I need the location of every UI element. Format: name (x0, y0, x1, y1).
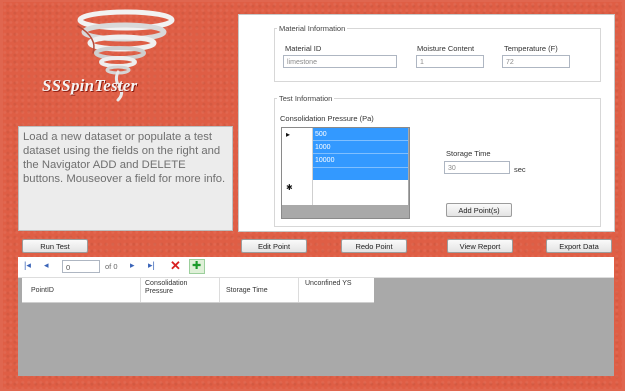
material-information-group: Material Information (274, 24, 601, 82)
move-first-icon[interactable]: |◂ (24, 260, 31, 271)
move-next-icon[interactable]: ▸ (130, 260, 135, 271)
column-header-storage-time[interactable]: Storage Time (226, 287, 268, 295)
material-id-field[interactable]: limestone (283, 55, 397, 68)
move-last-icon[interactable]: ▸| (148, 260, 155, 271)
run-test-button[interactable]: Run Test (22, 239, 88, 253)
pressure-cell[interactable]: 1000 (313, 141, 408, 154)
add-new-icon-frame[interactable]: ✚ (189, 259, 205, 274)
moisture-content-label: Moisture Content (417, 44, 475, 53)
column-header-pointid[interactable]: PointID (31, 287, 54, 295)
results-grid[interactable]: PointID Consolidation Pressure Storage T… (18, 278, 614, 376)
consolidation-pressure-grid[interactable]: ▸ ✱ 500 1000 10000 (281, 127, 410, 219)
storage-time-label: Storage Time (446, 149, 491, 158)
current-row-indicator-icon: ▸ (286, 130, 291, 139)
add-new-icon[interactable]: ✚ (192, 259, 201, 272)
view-report-button[interactable]: View Report (447, 239, 513, 253)
grid-row-headers: ▸ ✱ (282, 128, 313, 205)
grid-new-row[interactable] (313, 180, 408, 205)
redo-point-button[interactable]: Redo Point (341, 239, 407, 253)
delete-icon[interactable]: ✕ (170, 258, 181, 274)
record-count-label: of 0 (105, 262, 118, 271)
moisture-content-field[interactable]: 1 (416, 55, 484, 68)
storage-time-field[interactable]: 30 (444, 161, 510, 174)
edit-point-button[interactable]: Edit Point (241, 239, 307, 253)
storage-time-unit: sec (514, 165, 526, 174)
column-header-unconfined-ys[interactable]: Unconfined YS (305, 280, 357, 288)
column-divider (219, 278, 220, 302)
app-window: SSSpinTester Load a new dataset or popul… (0, 0, 625, 391)
consolidation-pressure-label: Consolidation Pressure (Pa) (280, 114, 374, 123)
tornado-logo-icon (77, 9, 175, 102)
new-row-indicator-icon: ✱ (286, 183, 293, 192)
material-information-legend: Material Information (279, 24, 346, 33)
temperature-field[interactable]: 72 (502, 55, 570, 68)
add-points-button[interactable]: Add Point(s) (446, 203, 512, 217)
test-information-legend: Test Information (279, 94, 333, 103)
results-grid-header: PointID Consolidation Pressure Storage T… (22, 278, 374, 303)
app-logo-text: SSSpinTester (42, 76, 138, 95)
pressure-cell-empty[interactable] (313, 168, 408, 180)
temperature-label: Temperature (F) (504, 44, 558, 53)
instructions-text: Load a new dataset or populate a test da… (18, 126, 233, 231)
binding-navigator: |◂ ◂ 0 of 0 ▸ ▸| ✕ ✚ (18, 257, 614, 278)
column-divider (298, 278, 299, 302)
column-header-consolidation-pressure[interactable]: Consolidation Pressure (145, 280, 205, 296)
export-data-button[interactable]: Export Data (546, 239, 612, 253)
pressure-cell[interactable]: 10000 (313, 154, 408, 168)
pressure-cell[interactable]: 500 (313, 128, 408, 141)
move-previous-icon[interactable]: ◂ (44, 260, 49, 271)
position-field[interactable]: 0 (62, 260, 100, 273)
material-id-label: Material ID (285, 44, 322, 53)
column-divider (140, 278, 141, 302)
